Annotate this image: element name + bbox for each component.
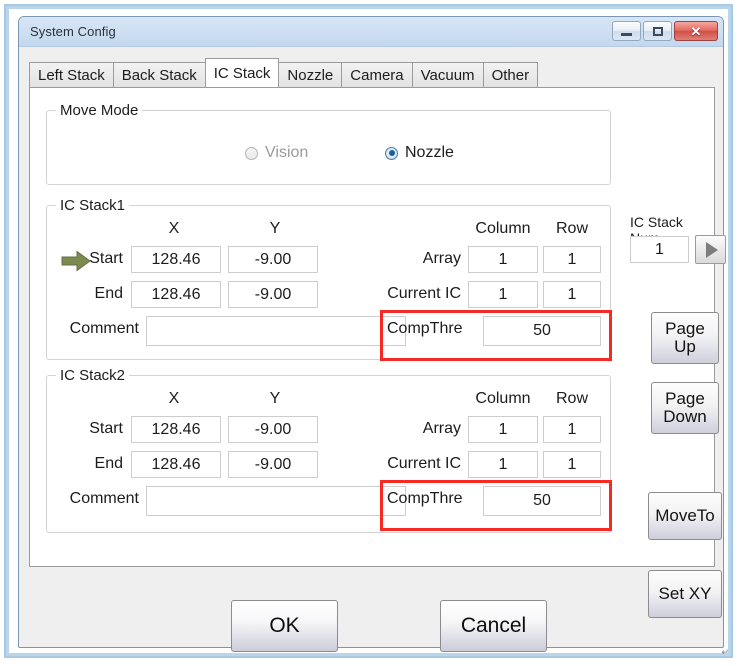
stack1-comment-input[interactable] xyxy=(146,316,406,346)
tab-strip: Left Stack Back Stack IC Stack Nozzle Ca… xyxy=(29,58,539,87)
minimize-icon xyxy=(621,32,632,36)
ok-button[interactable]: OK xyxy=(231,600,338,652)
stack1-start-y-input[interactable]: -9.00 xyxy=(228,246,318,273)
stack1-header-column: Column xyxy=(475,220,531,237)
stack1-array-column-input[interactable]: 1 xyxy=(468,246,538,273)
tab-ic-stack[interactable]: IC Stack xyxy=(204,58,280,87)
stack1-start-x-input[interactable]: 128.46 xyxy=(131,246,221,273)
stack2-start-x-input[interactable]: 128.46 xyxy=(131,416,221,443)
stack1-header-y: Y xyxy=(269,220,281,237)
stack2-header-column: Column xyxy=(475,390,531,407)
stack1-start-label: Start xyxy=(89,250,123,267)
minimize-button[interactable] xyxy=(612,21,641,41)
cancel-button[interactable]: Cancel xyxy=(440,600,547,652)
radio-nozzle[interactable]: Nozzle xyxy=(385,144,454,162)
maximize-button[interactable] xyxy=(643,21,672,41)
stack2-compthre-label: CompThre xyxy=(387,490,463,507)
stack1-compthre-input[interactable]: 50 xyxy=(483,316,601,346)
stack2-comment-input[interactable] xyxy=(146,486,406,516)
stack1-end-y-input[interactable]: -9.00 xyxy=(228,281,318,308)
stack2-current-ic-label: Current IC xyxy=(387,455,461,472)
tab-other[interactable]: Other xyxy=(482,62,539,87)
ic-stack2-group: IC Stack2 X Y Column Row Start 128.46 -9… xyxy=(46,367,611,533)
stack2-current-ic-row-input[interactable]: 1 xyxy=(543,451,601,478)
ic-stack1-group: IC Stack1 X Y Column Row Start 128.46 -9… xyxy=(46,197,611,360)
stack1-end-label: End xyxy=(94,285,123,302)
move-mode-group: Move Mode Vision Nozzle xyxy=(46,102,611,185)
stack1-current-ic-row-input[interactable]: 1 xyxy=(543,281,601,308)
ic-stack-num-input[interactable]: 1 xyxy=(630,236,689,263)
window-titlebar: System Config ✕ xyxy=(19,17,723,47)
stack2-array-row-input[interactable]: 1 xyxy=(543,416,601,443)
stack1-end-x-input[interactable]: 128.46 xyxy=(131,281,221,308)
page-up-button-label: Page Up xyxy=(665,319,705,356)
radio-vision[interactable]: Vision xyxy=(245,144,308,162)
move-to-button[interactable]: MoveTo xyxy=(648,492,722,540)
tab-camera[interactable]: Camera xyxy=(341,62,413,87)
radio-nozzle-indicator xyxy=(385,146,398,160)
ic-stack2-group-title: IC Stack2 xyxy=(56,367,130,384)
stack2-start-label: Start xyxy=(89,420,123,437)
tab-left-stack[interactable]: Left Stack xyxy=(29,62,114,87)
stack1-compthre-label: CompThre xyxy=(387,320,463,337)
tab-nozzle[interactable]: Nozzle xyxy=(278,62,343,87)
stack1-comment-label: Comment xyxy=(69,320,139,337)
stack2-end-x-input[interactable]: 128.46 xyxy=(131,451,221,478)
stack1-header-x: X xyxy=(168,220,180,237)
tab-back-stack[interactable]: Back Stack xyxy=(112,62,206,87)
radio-vision-label: Vision xyxy=(265,144,309,161)
document-frame: System Config ✕ Left Stack Back Stack IC… xyxy=(4,4,733,658)
ic-stack1-group-title: IC Stack1 xyxy=(56,197,130,214)
stack2-start-y-input[interactable]: -9.00 xyxy=(228,416,318,443)
move-mode-group-title: Move Mode xyxy=(56,102,143,119)
ic-stack-tab-page: Move Mode Vision Nozzle IC Stack Num 1 xyxy=(29,87,726,618)
stack1-array-row-input[interactable]: 1 xyxy=(543,246,601,273)
radio-nozzle-label: Nozzle xyxy=(405,144,454,161)
stack2-current-ic-column-input[interactable]: 1 xyxy=(468,451,538,478)
stack2-header-row: Row xyxy=(555,390,588,407)
stack2-end-y-input[interactable]: -9.00 xyxy=(228,451,318,478)
stack2-array-label: Array xyxy=(422,420,461,437)
stack1-header-row: Row xyxy=(555,220,588,237)
stack1-current-ic-label: Current IC xyxy=(387,285,461,302)
page-up-button[interactable]: Page Up xyxy=(651,312,719,364)
chevron-right-icon xyxy=(706,241,718,258)
stack2-end-label: End xyxy=(94,455,123,472)
stack2-array-column-input[interactable]: 1 xyxy=(468,416,538,443)
close-icon: ✕ xyxy=(690,23,702,39)
window-controls: ✕ xyxy=(612,21,718,41)
stack2-comment-label: Comment xyxy=(69,490,139,507)
page-down-button[interactable]: Page Down xyxy=(651,382,719,434)
close-button[interactable]: ✕ xyxy=(674,21,718,41)
page-down-button-label: Page Down xyxy=(663,389,707,426)
ic-stack-num-next-button[interactable] xyxy=(695,235,726,264)
stack1-current-ic-column-input[interactable]: 1 xyxy=(468,281,538,308)
paragraph-mark: ↵ xyxy=(721,647,729,657)
stack1-array-label: Array xyxy=(422,250,461,267)
stack2-compthre-input[interactable]: 50 xyxy=(483,486,601,516)
maximize-icon xyxy=(652,26,663,36)
stack2-header-x: X xyxy=(168,390,180,407)
system-config-dialog: System Config ✕ Left Stack Back Stack IC… xyxy=(18,16,726,652)
stack2-header-y: Y xyxy=(269,390,281,407)
set-xy-button[interactable]: Set XY xyxy=(648,570,722,618)
window-title: System Config xyxy=(30,24,116,39)
tab-vacuum[interactable]: Vacuum xyxy=(411,62,484,87)
radio-vision-indicator xyxy=(245,146,258,160)
